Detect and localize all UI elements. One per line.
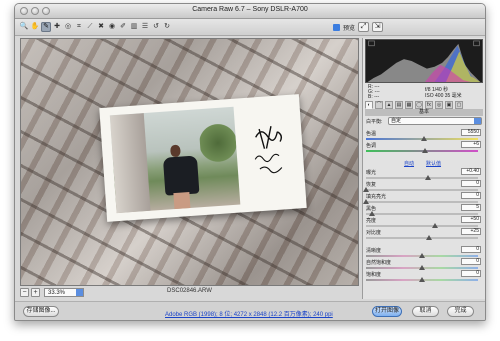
slider-thumb[interactable] [419,277,425,282]
slider-track[interactable] [366,189,478,191]
slider-row: 对比度 +25 [366,228,482,241]
tab-snapshots[interactable]: ▢ [455,101,463,109]
slider-value-field[interactable]: 0 [461,192,481,199]
slider-value-field[interactable]: 5 [461,204,481,211]
auto-link[interactable]: 自动 [404,160,414,167]
slider-row: 色调 +6 [366,141,482,154]
slider-thumb[interactable] [419,265,425,270]
slider-value-field[interactable]: +50 [461,216,481,223]
tab-hsl[interactable]: ▤ [395,101,403,109]
camera-info: R: --- G: --- B: --- f/8 1/40 秒 ISO 400 … [365,84,483,100]
slider-value-field[interactable]: +0.40 [461,168,481,175]
rotate-right-icon[interactable]: ↻ [162,22,172,32]
tab-split-toning[interactable]: ▦ [405,101,413,109]
white-balance-select[interactable]: 自定 [388,117,482,125]
camera-raw-window: Camera Raw 6.7 – Sony DSLR-A700 🔍 ✋ ✎ ✚ ◎ ⌗ ⟋ ✖… [14,3,486,321]
cancel-button[interactable]: 取消 [412,306,439,317]
slider-value-field[interactable]: +25 [461,228,481,235]
slider-label: 填充亮光 [366,194,387,200]
slider-thumb[interactable] [422,148,429,153]
white-balance-value: 自定 [391,118,402,124]
fullscreen-button[interactable]: ⤢ [358,22,369,32]
slider-thumb[interactable] [419,253,425,258]
workflow-options-link[interactable]: Adobe RGB (1998); 8 位; 4272 x 2848 (12.2… [165,309,333,318]
default-link[interactable]: 默认值 [426,160,441,167]
rotate-left-icon[interactable]: ↺ [151,22,161,32]
crop-icon[interactable]: ⌗ [74,22,84,32]
panel-tabs: ◐ ⌒ ▲ ▤ ▦ ◯ fx ◎ ▣ ▢ [365,101,483,109]
tab-presets[interactable]: ▣ [445,101,453,109]
preview-checkbox[interactable] [333,24,340,31]
slider-thumb[interactable] [363,187,369,192]
slider-thumb[interactable] [424,175,431,180]
color-sampler-icon[interactable]: ✚ [52,22,62,32]
title-bar: Camera Raw 6.7 – Sony DSLR-A700 [15,4,485,19]
window-title: Camera Raw 6.7 – Sony DSLR-A700 [192,6,308,13]
slider-track[interactable] [366,237,478,239]
slider-value-field[interactable]: 0 [461,258,481,265]
preview-label: 预览 [343,26,356,32]
bottom-bar: 存储图像... Adobe RGB (1998); 8 位; 4272 x 28… [15,301,485,320]
tab-camera-calibration[interactable]: ◎ [435,101,443,109]
adjustments-panel: R: --- G: --- B: --- f/8 1/40 秒 ISO 400 … [362,38,485,299]
slider-label: 色调 [366,143,377,149]
slider-value-field[interactable]: 0 [461,180,481,187]
slider-label: 清晰度 [366,248,382,254]
blue-readout: B: --- [368,94,380,100]
slider-row: 饱和度 0 [366,270,482,283]
slider-label: 自然饱和度 [366,260,392,266]
slider-value-field[interactable]: 0 [461,246,481,253]
panel-header: 基本 [365,109,483,116]
slider-value-field[interactable]: 0 [461,270,481,277]
polaroid-picture [109,106,241,214]
slider-thumb[interactable] [368,211,375,216]
open-image-button[interactable]: 打开图像 [372,306,402,317]
tab-effects[interactable]: fx [425,101,433,109]
slider-thumb[interactable] [421,136,428,141]
targeted-adjust-icon[interactable]: ◎ [63,22,73,32]
fullscreen-toggle-icon[interactable]: ⇲ [372,22,383,32]
file-name: DSC02846.ARW [167,288,212,294]
tab-basic[interactable]: ◐ [365,101,373,109]
slider-value-field[interactable]: 5550 [461,129,481,136]
slider-track[interactable] [366,225,478,227]
zoom-icon[interactable]: 🔍 [19,22,29,32]
auto-default-links: 自动 默认值 [366,160,482,168]
tab-detail[interactable]: ▲ [385,101,393,109]
save-image-button[interactable]: 存储图像... [23,306,59,317]
slider-label: 色温 [366,131,377,137]
white-balance-label: 白平衡: [366,119,383,125]
polaroid-photo [99,94,307,222]
graduated-filter-icon[interactable]: ▥ [129,22,139,32]
toolbar: 🔍 ✋ ✎ ✚ ◎ ⌗ ⟋ ✖ ◉ ✐ ▥ ☰ ↺ ↻ 预览 ⤢ ⇲ [15,19,485,36]
handwritten-signature [254,126,283,174]
chevron-down-icon [474,118,481,124]
slider-label: 曝光 [366,170,377,176]
slider-label: 饱和度 [366,272,382,278]
tab-lens[interactable]: ◯ [415,101,423,109]
done-button[interactable]: 完成 [447,306,474,317]
tab-tone-curve[interactable]: ⌒ [375,101,383,109]
slider-thumb[interactable] [425,235,432,240]
straighten-icon[interactable]: ⟋ [85,22,95,32]
zoom-bar: − + 33.3% DSC02846.ARW [20,287,359,299]
slider-label: 对比度 [366,230,382,236]
slider-track[interactable] [366,201,478,203]
slider-value-field[interactable]: +6 [461,141,481,148]
adjustment-brush-icon[interactable]: ✐ [118,22,128,32]
hand-icon[interactable]: ✋ [30,22,40,32]
histogram [365,39,483,83]
iso-focal-length: ISO 400 35 毫米 [425,93,462,99]
slider-thumb[interactable] [432,223,439,228]
preferences-icon[interactable]: ☰ [140,22,150,32]
slider-label: 亮度 [366,218,377,224]
slider-track[interactable] [366,177,478,179]
slider-track[interactable] [366,213,478,215]
white-balance-icon[interactable]: ✎ [41,22,51,32]
spot-removal-icon[interactable]: ✖ [96,22,106,32]
red-eye-icon[interactable]: ◉ [107,22,117,32]
image-preview[interactable] [20,38,359,286]
slider-thumb[interactable] [363,199,369,204]
